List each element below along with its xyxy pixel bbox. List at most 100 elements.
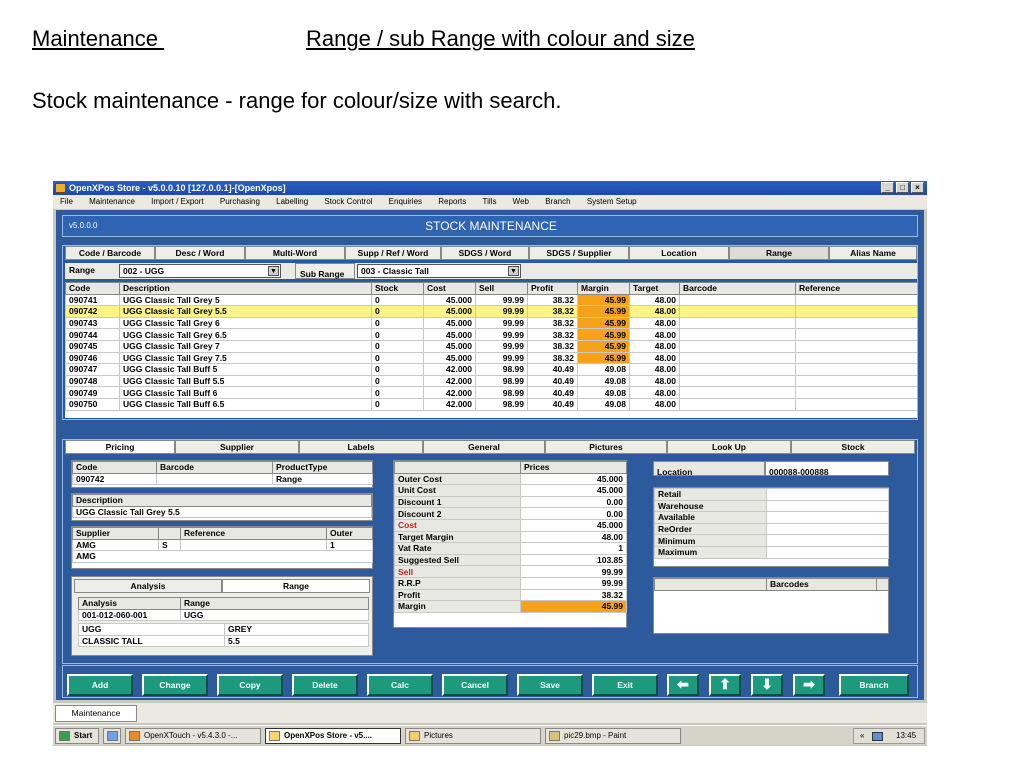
tab-labels[interactable]: Labels	[299, 440, 423, 454]
price-value[interactable]: 103.85	[520, 553, 627, 567]
table-row[interactable]: 090747 UGG Classic Tall Buff 5 0 42.000 98.9…	[65, 363, 917, 376]
arrow-right-button[interactable]: ➡	[793, 674, 825, 696]
price-value[interactable]: 99.99	[520, 565, 627, 578]
grid-column-header[interactable]: Margin	[577, 282, 630, 295]
analysis-value[interactable]: CLASSIC TALL	[78, 634, 225, 648]
grid-column-header[interactable]: Target	[629, 282, 680, 295]
arrow-left-button[interactable]: ⬅	[667, 674, 699, 696]
price-value[interactable]: 45.99	[520, 600, 627, 613]
price-value[interactable]: 45.000	[520, 518, 627, 532]
tab-sdgs-word[interactable]: SDGS / Word	[441, 246, 529, 260]
menu-tills[interactable]: Tills	[483, 197, 497, 206]
analysis-code[interactable]: 001-012-060-001	[78, 608, 181, 622]
taskbar-item-openxpos[interactable]: OpenXPos Store - v5....	[265, 728, 401, 744]
taskbar-item-pictures[interactable]: Pictures	[405, 728, 541, 744]
analysis-value[interactable]: 5.5	[224, 634, 369, 648]
menu-maintenance[interactable]: Maintenance	[89, 197, 135, 206]
title-bar[interactable]: OpenXPos Store - v5.0.0.10 [127.0.0.1]-[…	[53, 181, 927, 195]
product-type[interactable]: Range	[272, 472, 373, 486]
tab-alias-name[interactable]: Alias Name	[829, 246, 917, 260]
tab-code-barcode[interactable]: Code / Barcode	[65, 246, 155, 260]
tab-location[interactable]: Location	[629, 246, 729, 260]
tab-pictures[interactable]: Pictures	[545, 440, 667, 454]
change-button[interactable]: Change	[142, 674, 208, 696]
calc-button[interactable]: Calc	[367, 674, 433, 696]
tab-multi-word[interactable]: Multi-Word	[245, 246, 345, 260]
grid-column-header[interactable]: Stock	[371, 282, 424, 295]
tab-look-up[interactable]: Look Up	[667, 440, 791, 454]
stock-value[interactable]	[766, 522, 889, 536]
arrow-down-button[interactable]: ⬇	[751, 674, 783, 696]
tab-analysis[interactable]: Analysis	[74, 579, 222, 593]
tab-analysis-range[interactable]: Range	[222, 579, 370, 593]
copy-button[interactable]: Copy	[217, 674, 283, 696]
stock-value[interactable]	[766, 499, 889, 513]
taskbar-item-paint[interactable]: pic29.bmp - Paint	[545, 728, 681, 744]
tray-expand-icon[interactable]: «	[860, 729, 864, 743]
menu-system-setup[interactable]: System Setup	[587, 197, 637, 206]
stock-value[interactable]	[766, 488, 889, 501]
tab-range[interactable]: Range	[729, 246, 829, 260]
table-row[interactable]: 090748 UGG Classic Tall Buff 5.5 0 42.000 98…	[65, 374, 917, 388]
table-row[interactable]: 090749 UGG Classic Tall Buff 6 0 42.000 98.9…	[65, 386, 917, 399]
taskbar-item-openxtouch[interactable]: OpenXTouch - v5.4.3.0 -...	[125, 728, 261, 744]
supplier-name[interactable]: AMG	[72, 550, 373, 563]
table-row[interactable]: 090746 UGG Classic Tall Grey 7.5 0 45.000 99…	[65, 351, 917, 365]
exit-button[interactable]: Exit	[592, 674, 658, 696]
menu-purchasing[interactable]: Purchasing	[220, 197, 260, 206]
minimize-button[interactable]: _	[881, 182, 894, 193]
product-barcode[interactable]	[156, 472, 273, 486]
price-value[interactable]: 48.00	[520, 530, 627, 544]
range-code[interactable]: UGG	[179, 608, 370, 622]
tab-sdgs-supplier[interactable]: SDGS / Supplier	[529, 246, 629, 260]
quicklaunch-icon[interactable]	[103, 728, 121, 744]
table-row[interactable]: 090744 UGG Classic Tall Grey 6.5 0 45.000 99…	[65, 328, 917, 341]
grid-column-header[interactable]: Barcode	[679, 282, 796, 295]
supplier-reference[interactable]	[180, 538, 327, 552]
price-value[interactable]: 0.00	[520, 507, 627, 520]
table-row[interactable]: 090742 UGG Classic Tall Grey 5.5 0 45.000 99…	[65, 305, 917, 318]
subrange-select[interactable]: 003 - Classic Tall ▼	[357, 264, 521, 278]
add-button[interactable]: Add	[67, 674, 133, 696]
grid-column-header[interactable]: Code	[65, 282, 120, 295]
stock-value[interactable]	[766, 511, 889, 524]
price-value[interactable]: 99.99	[520, 576, 627, 590]
menu-labelling[interactable]: Labelling	[276, 197, 308, 206]
supplier-code[interactable]: AMG	[72, 538, 159, 552]
table-row[interactable]: 090750 UGG Classic Tall Buff 6.5 0 42.000 98…	[65, 397, 917, 411]
chevron-down-icon[interactable]: ▼	[268, 266, 279, 276]
table-row[interactable]: 090745 UGG Classic Tall Grey 7 0 45.000 99.9…	[65, 339, 917, 353]
menu-branch[interactable]: Branch	[545, 197, 570, 206]
product-description[interactable]: UGG Classic Tall Grey 5.5	[72, 505, 372, 519]
menu-reports[interactable]: Reports	[438, 197, 466, 206]
tab-supplier[interactable]: Supplier	[175, 440, 299, 454]
price-value[interactable]: 0.00	[520, 495, 627, 509]
tab-stock[interactable]: Stock	[791, 440, 915, 454]
start-button[interactable]: Start	[55, 728, 99, 744]
grid-column-header[interactable]: Sell	[475, 282, 528, 295]
chevron-down-icon[interactable]: ▼	[508, 266, 519, 276]
grid-column-header[interactable]: Profit	[527, 282, 578, 295]
maximize-button[interactable]: □	[896, 182, 909, 193]
tab-pricing[interactable]: Pricing	[65, 440, 175, 454]
price-value[interactable]: 45.000	[520, 472, 627, 486]
table-row[interactable]: 090741 UGG Classic Tall Grey 5 0 45.000 99.9…	[65, 293, 917, 307]
grid-column-header[interactable]: Description	[119, 282, 372, 295]
network-icon[interactable]	[872, 732, 883, 741]
analysis-value[interactable]: GREY	[224, 623, 369, 636]
tab-supp-ref-word[interactable]: Supp / Ref / Word	[345, 246, 441, 260]
stock-value[interactable]	[766, 534, 889, 547]
grid-column-header[interactable]: Cost	[423, 282, 476, 295]
cancel-button[interactable]: Cancel	[442, 674, 508, 696]
location-input[interactable]: 000088-000888	[765, 461, 889, 477]
price-value[interactable]: 45.000	[520, 484, 627, 497]
delete-button[interactable]: Delete	[292, 674, 358, 696]
close-button[interactable]: ×	[911, 182, 924, 193]
price-value[interactable]: 38.32	[520, 588, 627, 602]
grid-column-header[interactable]: Reference	[795, 282, 917, 295]
stock-grid[interactable]: Code Description Stock Cost Sell Profit Margin…	[65, 282, 917, 418]
product-code[interactable]: 090742	[72, 472, 157, 486]
arrow-up-button[interactable]: ⬆	[709, 674, 741, 696]
branch-button[interactable]: Branch	[839, 674, 909, 696]
range-select[interactable]: 002 - UGG ▼	[119, 264, 281, 278]
